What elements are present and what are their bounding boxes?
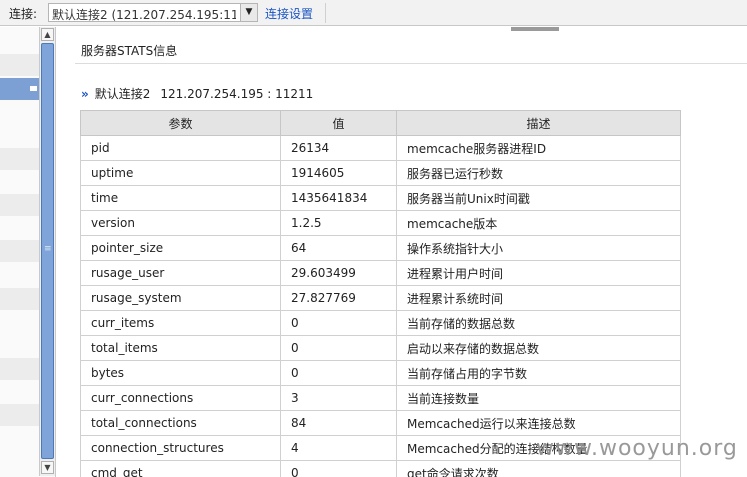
connection-settings-link[interactable]: 连接设置 [265, 5, 313, 22]
page-title: 服务器STATS信息 [81, 44, 178, 58]
table-row: uptime 1914605 服务器已运行秒数 [80, 160, 681, 186]
cell-param: rusage_user [80, 260, 281, 286]
cell-value: 1.2.5 [280, 210, 397, 236]
cell-description: get命令请求次数 [396, 460, 681, 477]
cell-description: 进程累计用户时间 [396, 260, 681, 286]
table-row: curr_connections 3 当前连接数量 [80, 385, 681, 411]
cell-param: pointer_size [80, 235, 281, 261]
cell-value: 4 [280, 435, 397, 461]
cell-value: 3 [280, 385, 397, 411]
cell-value: 0 [280, 460, 397, 477]
connection-address: 121.207.254.195 : 11211 [160, 87, 314, 101]
connection-label: 连接: [9, 7, 38, 21]
cell-value: 64 [280, 235, 397, 261]
table-row: rusage_user 29.603499 进程累计用户时间 [80, 260, 681, 286]
stats-table: 参数 值 描述 pid 26134 memcache服务器进程ID uptime 191… [80, 110, 681, 477]
horizontal-scroll-thumb[interactable] [511, 27, 559, 31]
cell-param: curr_items [80, 310, 281, 336]
cell-description: memcache服务器进程ID [396, 135, 681, 161]
connection-select-value: 默认连接2 (121.207.254.195:11 [52, 8, 236, 22]
cell-param: time [80, 185, 281, 211]
column-header-param: 参数 [80, 110, 281, 136]
scroll-down-icon[interactable]: ▼ [41, 461, 54, 474]
sidebar-scrollbar[interactable]: ▲ ≡ ▼ [39, 27, 55, 476]
toolbar-divider [325, 3, 326, 23]
cell-description: 服务器当前Unix时间戳 [396, 185, 681, 211]
column-header-description: 描述 [396, 110, 681, 136]
cell-param: connection_structures [80, 435, 281, 461]
cell-param: bytes [80, 360, 281, 386]
sidebar-item[interactable] [0, 404, 39, 426]
cell-description: 启动以来存储的数据总数 [396, 335, 681, 361]
scroll-up-icon[interactable]: ▲ [41, 28, 54, 41]
table-row: total_connections 84 Memcached运行以来连接总数 [80, 410, 681, 436]
sidebar-item-selected[interactable] [0, 78, 39, 100]
table-row: time 1435641834 服务器当前Unix时间戳 [80, 185, 681, 211]
cell-value: 1435641834 [280, 185, 397, 211]
cell-param: uptime [80, 160, 281, 186]
cell-param: total_items [80, 335, 281, 361]
table-row: total_items 0 启动以来存储的数据总数 [80, 335, 681, 361]
cell-value: 0 [280, 360, 397, 386]
watermark: www.wooyun.org [536, 436, 738, 461]
table-row: version 1.2.5 memcache版本 [80, 210, 681, 236]
cell-description: Memcached运行以来连接总数 [396, 410, 681, 436]
cell-param: curr_connections [80, 385, 281, 411]
cell-param: rusage_system [80, 285, 281, 311]
sidebar-item[interactable] [0, 358, 39, 380]
divider [75, 63, 747, 64]
cell-value: 0 [280, 310, 397, 336]
table-row: rusage_system 27.827769 进程累计系统时间 [80, 285, 681, 311]
cell-value: 27.827769 [280, 285, 397, 311]
connection-select[interactable]: 默认连接2 (121.207.254.195:11 ▼ [48, 3, 258, 22]
table-header-row: 参数 值 描述 [80, 110, 681, 136]
cell-description: 进程累计系统时间 [396, 285, 681, 311]
cell-value: 29.603499 [280, 260, 397, 286]
sidebar-tree: ▲ ≡ ▼ [0, 27, 56, 477]
stats-panel: 服务器STATS信息 » 默认连接2 121.207.254.195 : 11211… [57, 27, 747, 477]
connection-info: » 默认连接2 121.207.254.195 : 11211 [81, 85, 313, 102]
cell-value: 0 [280, 335, 397, 361]
chevron-down-icon[interactable]: ▼ [240, 4, 257, 21]
table-row: cmd_get 0 get命令请求次数 [80, 460, 681, 477]
sidebar-item[interactable] [0, 194, 39, 216]
double-chevron-icon: » [81, 87, 89, 101]
cell-value: 84 [280, 410, 397, 436]
column-header-value: 值 [280, 110, 397, 136]
sidebar-item[interactable] [0, 148, 39, 170]
connection-name: 默认连接2 [94, 87, 151, 101]
table-row: pid 26134 memcache服务器进程ID [80, 135, 681, 161]
cell-description: 当前存储的数据总数 [396, 310, 681, 336]
scrollbar-thumb[interactable]: ≡ [41, 43, 54, 459]
cell-description: 当前连接数量 [396, 385, 681, 411]
selection-marker-icon [30, 86, 37, 91]
grip-icon: ≡ [44, 244, 52, 254]
cell-param: cmd_get [80, 460, 281, 477]
table-row: pointer_size 64 操作系统指针大小 [80, 235, 681, 261]
connection-toolbar: 连接: 默认连接2 (121.207.254.195:11 ▼ 连接设置 [0, 0, 747, 26]
cell-description: 服务器已运行秒数 [396, 160, 681, 186]
cell-value: 1914605 [280, 160, 397, 186]
cell-value: 26134 [280, 135, 397, 161]
table-row: curr_items 0 当前存储的数据总数 [80, 310, 681, 336]
sidebar-item[interactable] [0, 240, 39, 262]
cell-param: pid [80, 135, 281, 161]
cell-param: version [80, 210, 281, 236]
sidebar-item[interactable] [0, 288, 39, 310]
table-row: bytes 0 当前存储占用的字节数 [80, 360, 681, 386]
cell-description: 操作系统指针大小 [396, 235, 681, 261]
cell-param: total_connections [80, 410, 281, 436]
cell-description: memcache版本 [396, 210, 681, 236]
sidebar-item[interactable] [0, 54, 39, 76]
cell-description: 当前存储占用的字节数 [396, 360, 681, 386]
